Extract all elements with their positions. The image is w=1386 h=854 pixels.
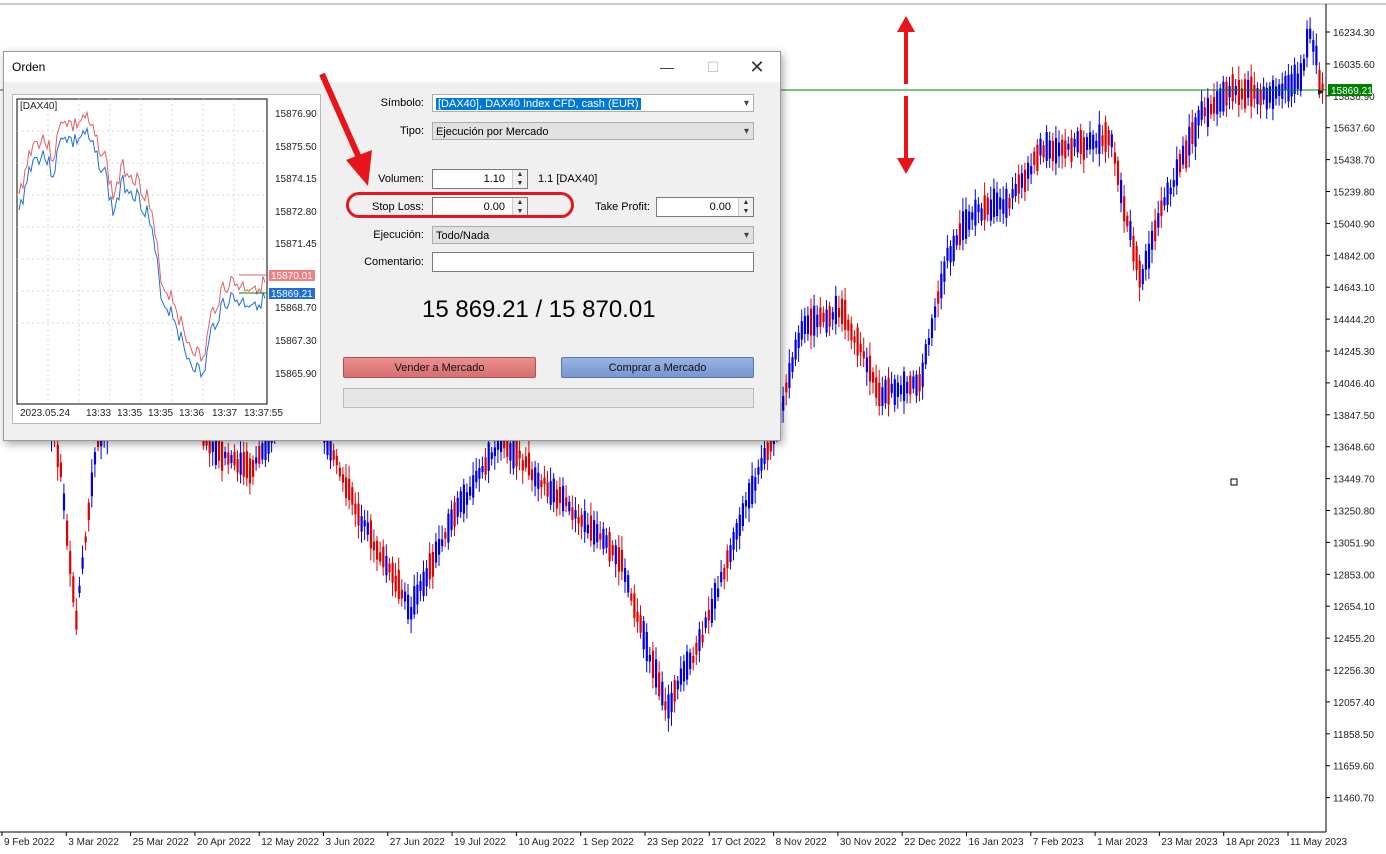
takeprofit-stepper[interactable]: 0.00 ▲ ▼ bbox=[656, 197, 754, 217]
comment-label: Comentario: bbox=[364, 256, 424, 268]
current-price-tag-text: 15869.21 bbox=[1331, 86, 1373, 97]
spin-up-icon[interactable]: ▲ bbox=[513, 170, 527, 179]
symbol-select-value: [DAX40], DAX40 Index CFD, cash (EUR) bbox=[436, 98, 641, 110]
maximize-button[interactable]: ☐ bbox=[690, 52, 736, 82]
bid-ask-display: 15 869.21 / 15 870.01 bbox=[422, 296, 656, 323]
spin-down-icon[interactable]: ▼ bbox=[739, 207, 753, 216]
tick-time-label: 13:33 bbox=[86, 408, 111, 419]
tick-price-label: 15868.70 bbox=[275, 303, 317, 314]
price-axis-label: 11659.60 bbox=[1333, 762, 1374, 773]
sell-market-button[interactable]: Vender a Mercado bbox=[343, 357, 536, 378]
price-axis-label: 12455.20 bbox=[1333, 634, 1375, 645]
date-axis-label: 1 Mar 2023 bbox=[1097, 837, 1148, 848]
price-axis-label: 15438.70 bbox=[1333, 156, 1375, 167]
date-axis-label: 20 Apr 2022 bbox=[197, 837, 251, 848]
tick-time-label: 13:35 bbox=[148, 408, 173, 419]
date-axis-label: 23 Sep 2022 bbox=[647, 837, 704, 848]
date-axis-label: 18 Apr 2023 bbox=[1226, 837, 1280, 848]
price-axis-label: 16035.60 bbox=[1333, 60, 1375, 71]
price-axis-label: 12057.40 bbox=[1333, 698, 1375, 709]
price-axis-label: 11460.70 bbox=[1333, 794, 1374, 805]
date-axis-label: 7 Feb 2023 bbox=[1033, 837, 1084, 848]
close-button[interactable]: ✕ bbox=[734, 52, 780, 82]
price-axis-label: 11858.50 bbox=[1333, 730, 1374, 741]
price-axis-label: 13648.60 bbox=[1333, 443, 1375, 454]
comment-input[interactable] bbox=[432, 252, 754, 272]
price-axis-label: 14245.30 bbox=[1333, 347, 1375, 358]
chevron-down-icon: ▾ bbox=[743, 126, 749, 137]
chevron-down-icon: ▾ bbox=[743, 98, 749, 109]
date-axis-label: 11 May 2023 bbox=[1290, 837, 1348, 848]
dialog-titlebar[interactable]: Orden — ☐ ✕ bbox=[4, 52, 780, 82]
dialog-title: Orden bbox=[12, 60, 46, 74]
tick-time-label: 2023.05.24 bbox=[20, 408, 70, 419]
tick-time-label: 13:36 bbox=[179, 408, 204, 419]
tick-chart-time-axis: 2023.05.24 13:33 13:35 13:35 13:36 13:37 13:37… bbox=[20, 408, 283, 419]
price-axis-label: 13449.70 bbox=[1333, 475, 1375, 486]
tick-time-label: 13:37 bbox=[212, 408, 237, 419]
execution-select-value: Todo/Nada bbox=[436, 230, 490, 242]
price-axis-label: 12256.30 bbox=[1333, 666, 1375, 677]
spin-down-icon[interactable]: ▼ bbox=[513, 179, 527, 188]
price-axis-label: 13250.80 bbox=[1333, 507, 1375, 518]
execution-label: Ejecución: bbox=[373, 229, 424, 241]
spin-up-icon[interactable]: ▲ bbox=[739, 198, 753, 207]
order-dialog[interactable]: Orden — ☐ ✕ [DAX40] 15876.90 15875.50 1587… bbox=[3, 51, 781, 441]
price-axis-label: 13051.90 bbox=[1333, 538, 1375, 549]
price-axis-label: 12853.00 bbox=[1333, 570, 1375, 581]
tick-chart: [DAX40] 15876.90 15875.50 15874.15 15872.80… bbox=[12, 94, 321, 424]
date-axis-label: 9 Feb 2022 bbox=[4, 837, 55, 848]
price-axis-label: 14643.10 bbox=[1333, 283, 1375, 294]
type-select[interactable]: Ejecución por Mercado ▾ bbox=[432, 122, 754, 140]
date-axis-label: 12 May 2022 bbox=[261, 837, 319, 848]
date-axis-label: 3 Mar 2022 bbox=[68, 837, 119, 848]
price-axis-label: 12654.10 bbox=[1333, 602, 1375, 613]
date-axis-label: 22 Dec 2022 bbox=[904, 837, 961, 848]
takeprofit-label: Take Profit: bbox=[594, 201, 650, 213]
date-axis-label: 27 Jun 2022 bbox=[390, 837, 445, 848]
volume-value: 1.10 bbox=[483, 173, 505, 185]
bid-tag-text: 15869.21 bbox=[271, 289, 313, 300]
price-axis-label: 15040.90 bbox=[1333, 219, 1375, 230]
date-axis-label: 8 Nov 2022 bbox=[776, 837, 828, 848]
chevron-down-icon: ▾ bbox=[743, 230, 749, 241]
date-axis-label: 25 Mar 2022 bbox=[133, 837, 190, 848]
annotation-arrow-icon bbox=[319, 72, 372, 186]
date-axis-label: 30 Nov 2022 bbox=[840, 837, 897, 848]
type-select-value: Ejecución por Mercado bbox=[436, 126, 549, 138]
date-axis-label: 10 Aug 2022 bbox=[518, 837, 575, 848]
date-axis-label: 23 Mar 2023 bbox=[1161, 837, 1218, 848]
minimize-button[interactable]: — bbox=[644, 52, 690, 82]
tick-time-label: 13:37:55 bbox=[244, 408, 283, 419]
price-axis-label: 15637.60 bbox=[1333, 124, 1375, 135]
symbol-select[interactable]: [DAX40], DAX40 Index CFD, cash (EUR) ▾ bbox=[432, 94, 754, 112]
volume-stepper[interactable]: 1.10 ▲ ▼ bbox=[432, 169, 528, 189]
tick-price-label: 15871.45 bbox=[275, 239, 317, 250]
date-axis-label: 19 Jul 2022 bbox=[454, 837, 506, 848]
tick-price-label: 15872.80 bbox=[275, 207, 317, 218]
price-axis-label: 15239.80 bbox=[1333, 188, 1375, 199]
tick-price-label: 15867.30 bbox=[275, 336, 317, 347]
tick-chart-symbol: [DAX40] bbox=[20, 101, 57, 112]
date-axis-label: 17 Oct 2022 bbox=[711, 837, 766, 848]
price-axis-label: 14046.40 bbox=[1333, 379, 1375, 390]
date-axis-label: 16 Jan 2023 bbox=[969, 837, 1024, 848]
execution-select[interactable]: Todo/Nada ▾ bbox=[432, 226, 754, 244]
chart-anchor-handle[interactable] bbox=[1230, 478, 1238, 486]
price-axis-label: 14444.20 bbox=[1333, 315, 1375, 326]
price-axis-label: 16234.30 bbox=[1333, 28, 1375, 39]
tick-price-label: 15865.90 bbox=[275, 369, 317, 380]
volume-info: 1.1 [DAX40] bbox=[538, 173, 598, 185]
price-axis-label: 14842.00 bbox=[1333, 251, 1375, 262]
execution-progress-bar bbox=[343, 388, 754, 408]
takeprofit-value: 0.00 bbox=[709, 201, 731, 213]
date-axis-label: 1 Sep 2022 bbox=[583, 837, 635, 848]
buy-market-button[interactable]: Comprar a Mercado bbox=[561, 357, 754, 378]
tick-time-label: 13:35 bbox=[117, 408, 142, 419]
price-axis-label: 13847.50 bbox=[1333, 411, 1375, 422]
ask-tag-text: 15870.01 bbox=[271, 271, 313, 282]
date-axis-label: 3 Jun 2022 bbox=[326, 837, 376, 848]
